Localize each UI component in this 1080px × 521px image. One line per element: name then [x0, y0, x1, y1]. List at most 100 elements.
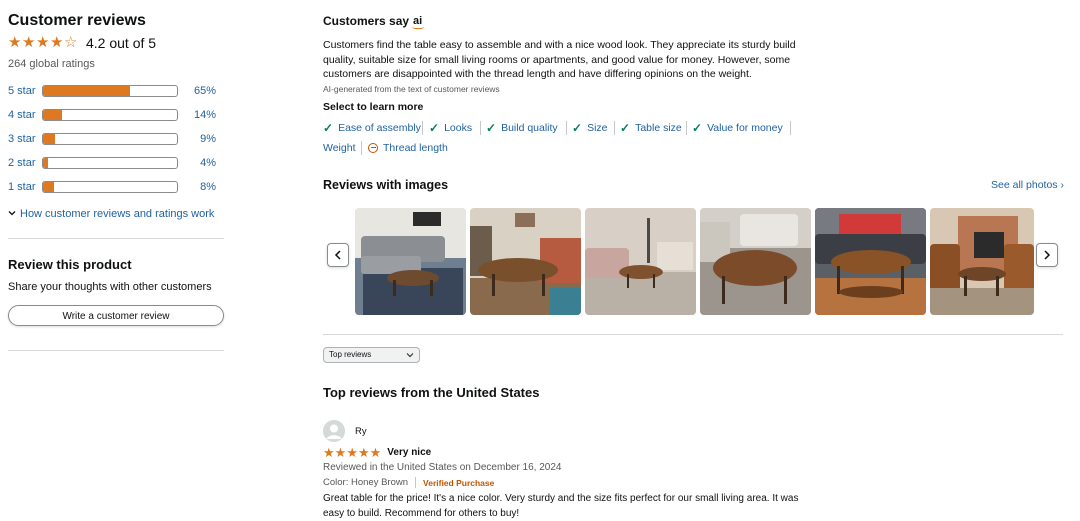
customers-say-title: Customers say ai	[323, 14, 425, 29]
histogram-star-label: 3 star	[8, 133, 36, 145]
histogram-row[interactable]: 4 star 14%	[8, 107, 224, 123]
aspect-looks[interactable]: ✓ Looks	[429, 120, 472, 136]
review-photo[interactable]	[930, 208, 1034, 315]
histogram-bar	[42, 181, 178, 193]
carousel-prev-button[interactable]	[327, 243, 349, 267]
star-empty-icon: ☆	[64, 34, 78, 51]
review-photo[interactable]	[585, 208, 696, 315]
review-rating[interactable]: ★ ★ ★ ★ ★ Very nice	[323, 446, 431, 459]
check-icon: ✓	[323, 121, 334, 135]
meta-separator	[415, 477, 417, 488]
user-avatar-icon	[323, 420, 345, 442]
divider	[8, 238, 224, 239]
review-photo[interactable]	[815, 208, 926, 315]
sort-selected-value: Top reviews	[329, 350, 372, 359]
reviewer-name[interactable]: Ry	[355, 426, 367, 437]
customers-say-label: Customers say	[323, 14, 410, 28]
check-icon: ✓	[572, 121, 583, 135]
histogram-bar-fill	[43, 86, 131, 96]
divider	[323, 334, 1063, 335]
review-title[interactable]: Very nice	[387, 447, 431, 458]
check-icon: ✓	[692, 121, 703, 135]
chevron-down-icon	[406, 348, 414, 367]
histogram-row[interactable]: 5 star 65%	[8, 83, 224, 99]
aspect-size[interactable]: ✓ Size	[572, 120, 608, 136]
negative-sentiment-icon	[368, 143, 378, 153]
average-rating[interactable]: ★ ★ ★ ★ ☆ 4.2 out of 5	[8, 34, 156, 52]
reviews-with-images-title: Reviews with images	[323, 178, 449, 192]
histogram-row[interactable]: 2 star 4%	[8, 155, 224, 171]
review-photo[interactable]	[355, 208, 466, 315]
check-icon: ✓	[620, 121, 631, 135]
star-full-icon: ★	[36, 34, 50, 51]
review-date: Reviewed in the United States on Decembe…	[323, 462, 562, 473]
aspect-separator	[422, 121, 423, 135]
histogram-percent: 4%	[200, 157, 216, 169]
verified-purchase-badge: Verified Purchase	[423, 477, 495, 488]
aspect-separator	[614, 121, 615, 135]
aspect-separator	[566, 121, 567, 135]
histogram-bar-fill	[43, 134, 56, 144]
aspect-label: Thread length	[383, 142, 448, 154]
chevron-down-icon	[8, 209, 16, 219]
histogram-star-label: 4 star	[8, 109, 36, 121]
aspect-label: Value for money	[707, 122, 783, 134]
sort-dropdown[interactable]: Top reviews	[323, 347, 420, 363]
histogram-row[interactable]: 3 star 9%	[8, 131, 224, 147]
histogram-row[interactable]: 1 star 8%	[8, 179, 224, 195]
review-photo[interactable]	[470, 208, 581, 315]
carousel-next-button[interactable]	[1036, 243, 1058, 267]
aspect-label: Looks	[444, 122, 473, 134]
aspect-label: Size	[587, 122, 608, 134]
histogram-percent: 65%	[193, 85, 216, 97]
chevron-left-icon	[334, 250, 341, 260]
customer-reviews-title: Customer reviews	[8, 12, 146, 29]
aspect-label: Weight	[323, 142, 356, 154]
star-full-icon: ★	[369, 445, 382, 460]
check-icon: ✓	[486, 121, 497, 135]
aspect-label: Build quality	[501, 122, 558, 134]
aspect-separator	[361, 141, 362, 155]
star-full-icon: ★	[8, 34, 22, 51]
histogram-star-label: 2 star	[8, 157, 36, 169]
aspect-separator	[790, 121, 791, 135]
star-full-icon: ★	[334, 445, 347, 460]
review-variant[interactable]: Color: Honey Brown	[323, 477, 408, 488]
how-reviews-work-link[interactable]: How customer reviews and ratings work	[8, 208, 214, 220]
review-product-subtitle: Share your thoughts with other customers	[8, 281, 212, 293]
aspect-thread-length[interactable]: Thread length	[368, 140, 448, 156]
histogram-percent: 8%	[200, 181, 216, 193]
review-meta: Color: Honey Brown Verified Purchase	[323, 477, 494, 488]
how-reviews-work-label: How customer reviews and ratings work	[20, 208, 215, 220]
star-rating: ★ ★ ★ ★ ☆	[8, 34, 78, 51]
see-all-photos-link[interactable]: See all photos ›	[991, 179, 1064, 191]
histogram-percent: 9%	[200, 133, 216, 145]
star-full-icon: ★	[346, 445, 358, 460]
aspect-table-size[interactable]: ✓ Table size	[620, 120, 682, 136]
write-review-button[interactable]: Write a customer review	[8, 305, 224, 326]
histogram-star-label: 1 star	[8, 181, 36, 193]
aspect-weight[interactable]: Weight	[323, 140, 356, 156]
aspect-separator	[480, 121, 481, 135]
top-reviews-title: Top reviews from the United States	[323, 385, 540, 400]
histogram-bar-fill	[43, 182, 54, 192]
review-photo[interactable]	[700, 208, 811, 315]
ai-badge-icon: ai	[412, 15, 425, 29]
aspect-build-quality[interactable]: ✓ Build quality	[486, 120, 558, 136]
star-full-icon: ★	[22, 34, 36, 51]
global-ratings-count: 264 global ratings	[8, 58, 95, 70]
review-product-title: Review this product	[8, 257, 132, 272]
rating-text: 4.2 out of 5	[86, 35, 157, 51]
select-to-learn-title: Select to learn more	[323, 101, 424, 113]
customers-say-summary: Customers find the table easy to assembl…	[323, 39, 796, 80]
aspect-value-for-money[interactable]: ✓ Value for money	[692, 120, 783, 136]
chevron-right-icon	[1044, 250, 1051, 260]
avatar	[323, 420, 345, 442]
aspect-ease-of-assembly[interactable]: ✓ Ease of assembly	[323, 120, 421, 136]
histogram-bar	[42, 85, 178, 97]
aspect-label: Table size	[635, 122, 682, 134]
histogram-bar-fill	[43, 110, 62, 120]
histogram-bar	[42, 109, 178, 121]
histogram-bar-fill	[43, 158, 49, 168]
review-body: Great table for the price! It's a nice c…	[323, 493, 799, 519]
